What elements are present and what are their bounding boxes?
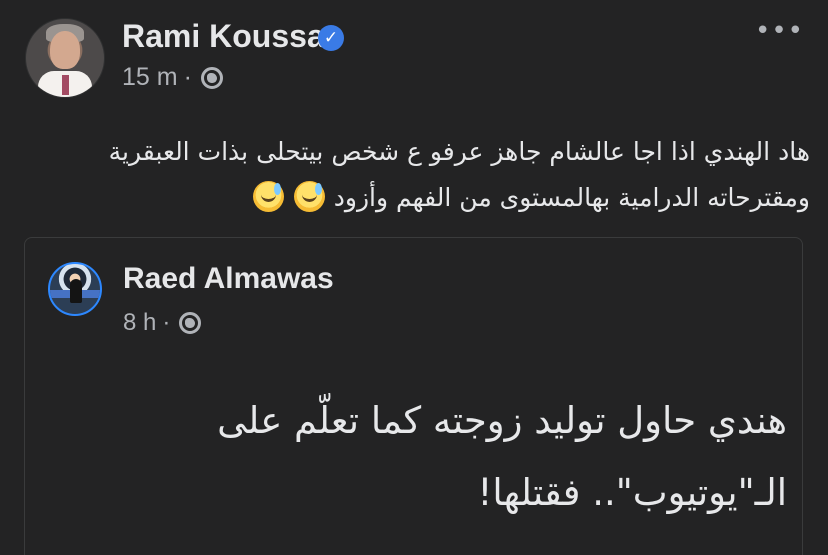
post-text: هاد الهندي اذا اجا عالشام جاهز عرفو ع شخ… — [20, 129, 810, 221]
meta-separator: · — [183, 63, 192, 91]
shared-author-avatar[interactable] — [48, 262, 102, 316]
globe-icon[interactable] — [200, 66, 223, 89]
post-text-line-2-content: ومقترحاته الدرامية بهالمستوى من الفهم وأ… — [333, 183, 810, 212]
avatar-tie — [62, 75, 69, 95]
shared-post-text: هندي حاول توليد زوجته كما تعلّم على الـ"… — [107, 385, 787, 529]
post-time[interactable]: 15 m — [122, 63, 178, 92]
post-text-line-2: ومقترحاته الدرامية بهالمستوى من الفهم وأ… — [20, 175, 810, 221]
shared-post-text-line-2: الـ"يوتيوب".. فقتلها! — [477, 471, 787, 514]
shared-post-time[interactable]: 8 h — [123, 309, 156, 337]
verified-badge-icon: ✓ — [318, 25, 344, 51]
shared-post-text-line-1: هندي حاول توليد زوجته كما تعلّم على — [217, 399, 787, 442]
shared-meta-separator: · — [162, 309, 171, 336]
more-options-icon[interactable]: ••• — [755, 18, 804, 44]
shared-post-card[interactable]: Raed Almawas 8 h · هندي حاول توليد زوجته… — [24, 237, 803, 555]
author-avatar[interactable] — [25, 18, 105, 98]
post-text-line-1: هاد الهندي اذا اجا عالشام جاهز عرفو ع شخ… — [108, 137, 810, 166]
avatar-face — [50, 31, 80, 69]
author-name[interactable]: Rami Koussa — [122, 15, 325, 57]
facebook-post: Rami Koussa ✓ 15 m · ••• هاد الهندي اذا … — [0, 0, 828, 555]
shared-post-meta: 8 h · — [123, 309, 202, 337]
sweat-smile-emoji-icon — [293, 181, 325, 212]
sweat-smile-emoji-icon — [252, 181, 284, 212]
globe-icon[interactable] — [179, 312, 202, 334]
avatar-person-silhouette — [70, 279, 82, 303]
shared-author-name[interactable]: Raed Almawas — [123, 262, 334, 296]
post-meta: 15 m · — [122, 63, 223, 92]
